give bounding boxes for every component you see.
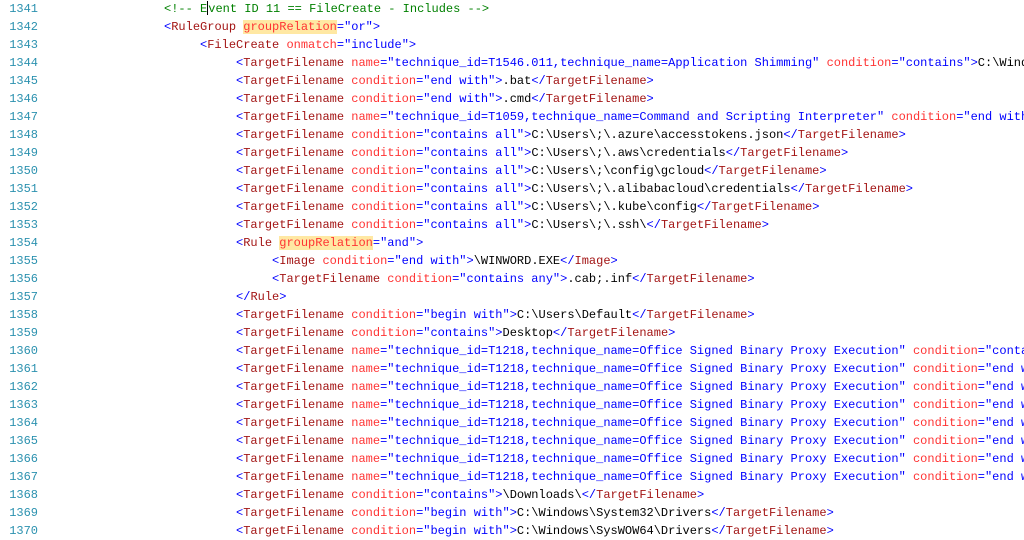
line-number: 1356 — [0, 270, 38, 288]
line-number: 1348 — [0, 126, 38, 144]
code-line[interactable]: <TargetFilename condition="begin with">C… — [56, 504, 1024, 522]
code-line[interactable]: <TargetFilename condition="contains all"… — [56, 198, 1024, 216]
line-number: 1369 — [0, 504, 38, 522]
code-line[interactable]: <TargetFilename condition="begin with">C… — [56, 522, 1024, 540]
line-number: 1351 — [0, 180, 38, 198]
line-number: 1349 — [0, 144, 38, 162]
code-line[interactable]: <TargetFilename condition="contains all"… — [56, 180, 1024, 198]
line-number: 1368 — [0, 486, 38, 504]
code-line[interactable]: <TargetFilename condition="contains all"… — [56, 144, 1024, 162]
line-number: 1361 — [0, 360, 38, 378]
code-line[interactable]: <TargetFilename condition="contains">\Do… — [56, 486, 1024, 504]
code-line[interactable]: <TargetFilename name="technique_id=T1218… — [56, 450, 1024, 468]
line-number: 1344 — [0, 54, 38, 72]
line-number: 1346 — [0, 90, 38, 108]
code-line[interactable]: <TargetFilename condition="begin with">C… — [56, 306, 1024, 324]
code-line[interactable]: <TargetFilename name="technique_id=T1218… — [56, 360, 1024, 378]
line-number: 1350 — [0, 162, 38, 180]
code-line[interactable]: <TargetFilename name="technique_id=T1546… — [56, 54, 1024, 72]
code-line[interactable]: <TargetFilename name="technique_id=T1218… — [56, 414, 1024, 432]
code-line[interactable]: <Rule groupRelation="and"> — [56, 234, 1024, 252]
code-line[interactable]: <TargetFilename condition="end with">.cm… — [56, 90, 1024, 108]
code-line[interactable]: <TargetFilename condition="end with">.ba… — [56, 72, 1024, 90]
code-line[interactable]: <RuleGroup groupRelation="or"> — [56, 18, 1024, 36]
code-editor[interactable]: 1341134213431344134513461347134813491350… — [0, 0, 1024, 540]
line-number: 1360 — [0, 342, 38, 360]
line-number: 1343 — [0, 36, 38, 54]
line-number-gutter: 1341134213431344134513461347134813491350… — [0, 0, 56, 540]
code-line[interactable]: <TargetFilename name="technique_id=T1218… — [56, 342, 1024, 360]
code-line[interactable]: </Rule> — [56, 288, 1024, 306]
code-line[interactable]: <TargetFilename name="technique_id=T1218… — [56, 396, 1024, 414]
line-number: 1363 — [0, 396, 38, 414]
line-number: 1354 — [0, 234, 38, 252]
line-number: 1359 — [0, 324, 38, 342]
code-line[interactable]: <TargetFilename condition="contains all"… — [56, 216, 1024, 234]
code-line[interactable]: <TargetFilename condition="contains any"… — [56, 270, 1024, 288]
line-number: 1352 — [0, 198, 38, 216]
code-line[interactable]: <TargetFilename condition="contains">Des… — [56, 324, 1024, 342]
line-number: 1358 — [0, 306, 38, 324]
code-line[interactable]: <Image condition="end with">\WINWORD.EXE… — [56, 252, 1024, 270]
line-number: 1347 — [0, 108, 38, 126]
code-line[interactable]: <TargetFilename condition="contains all"… — [56, 162, 1024, 180]
code-line[interactable]: <TargetFilename name="technique_id=T1218… — [56, 468, 1024, 486]
code-line[interactable]: <!-- Event ID 11 == FileCreate - Include… — [56, 0, 1024, 18]
code-line[interactable]: <TargetFilename name="technique_id=T1218… — [56, 432, 1024, 450]
line-number: 1342 — [0, 18, 38, 36]
code-line[interactable]: <FileCreate onmatch="include"> — [56, 36, 1024, 54]
line-number: 1357 — [0, 288, 38, 306]
code-line[interactable]: <TargetFilename condition="contains all"… — [56, 126, 1024, 144]
line-number: 1353 — [0, 216, 38, 234]
code-line[interactable]: <TargetFilename name="technique_id=T1218… — [56, 378, 1024, 396]
line-number: 1370 — [0, 522, 38, 540]
line-number: 1367 — [0, 468, 38, 486]
line-number: 1364 — [0, 414, 38, 432]
code-area[interactable]: <!-- Event ID 11 == FileCreate - Include… — [56, 0, 1024, 540]
line-number: 1345 — [0, 72, 38, 90]
line-number: 1366 — [0, 450, 38, 468]
code-line[interactable]: <TargetFilename name="technique_id=T1059… — [56, 108, 1024, 126]
line-number: 1355 — [0, 252, 38, 270]
line-number: 1365 — [0, 432, 38, 450]
line-number: 1362 — [0, 378, 38, 396]
line-number: 1341 — [0, 0, 38, 18]
